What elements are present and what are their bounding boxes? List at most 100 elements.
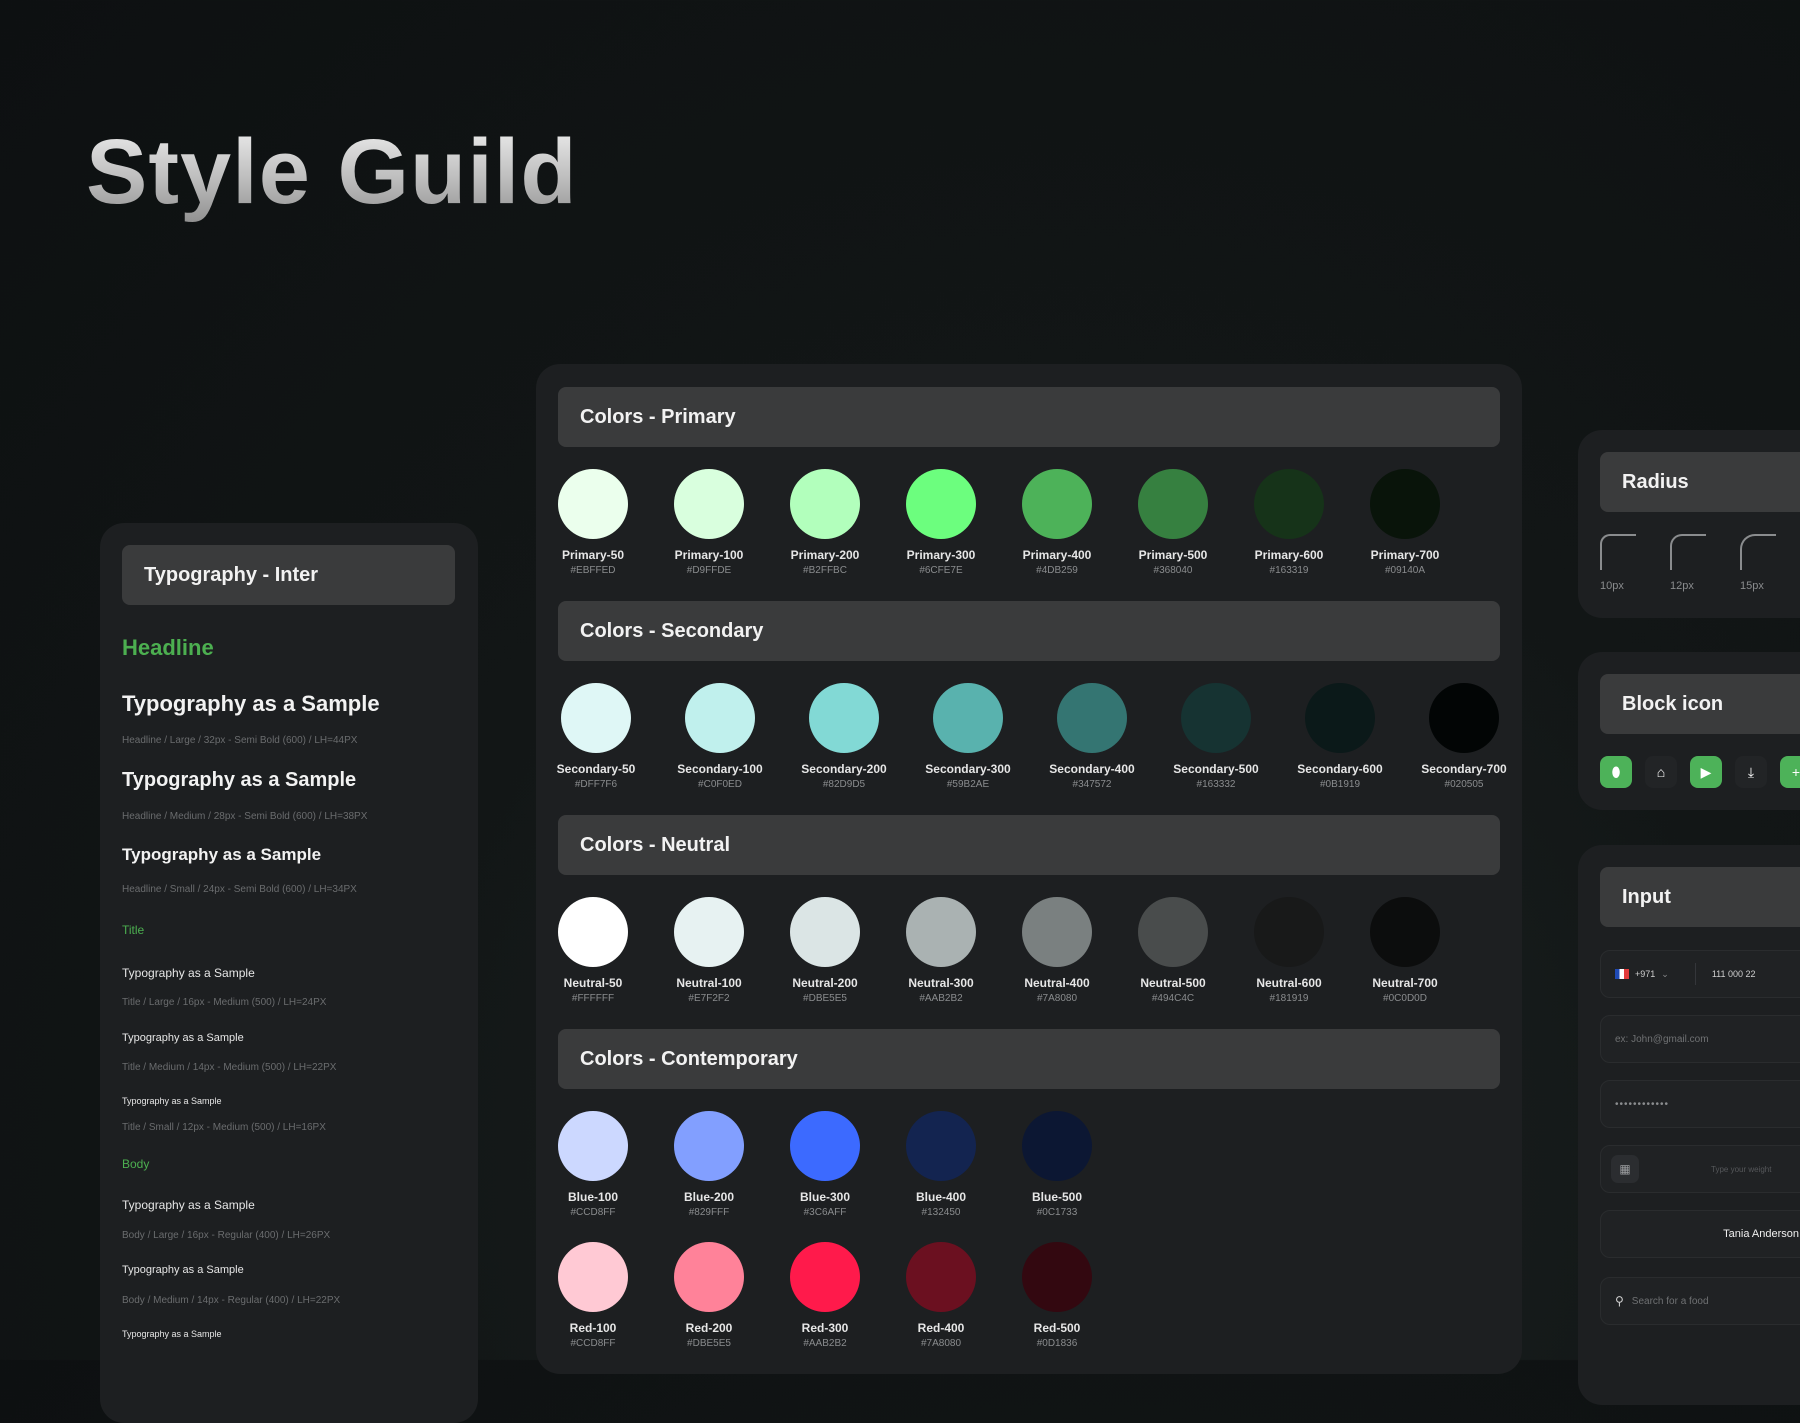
swatch-name: Neutral-400 [1024,976,1090,990]
swatch-name: Primary-100 [674,548,744,562]
swatch-circle [1022,897,1092,967]
color-swatch[interactable]: Neutral-700 #0C0D0D [1345,897,1465,1004]
color-swatch[interactable]: Red-400 #7A8080 [881,1242,1001,1349]
swatch-circle [674,1111,744,1181]
color-swatch[interactable]: Red-300 #AAB2B2 [765,1242,885,1349]
color-swatch[interactable]: Neutral-600 #181919 [1229,897,1349,1004]
swatch-name: Secondary-100 [677,762,763,776]
typography-panel: Typography - Inter Headline Typography a… [100,523,478,1423]
color-swatch[interactable]: Neutral-100 #E7F2F2 [649,897,769,1004]
swatch-circle [790,469,860,539]
swatch-hex: #09140A [1384,565,1426,576]
body-large-meta: Body / Large / 16px - Regular (400) / LH… [122,1230,331,1241]
weight-field[interactable]: ▦ Type your weight [1600,1145,1800,1193]
color-swatch[interactable]: Secondary-100 #C0F0ED [660,683,780,790]
color-swatch[interactable]: Secondary-400 #347572 [1032,683,1152,790]
color-swatch[interactable]: Primary-200 #B2FFBC [765,469,885,576]
search-field[interactable]: ⚲ Search for a food [1600,1277,1800,1325]
color-swatch[interactable]: Neutral-400 #7A8080 [997,897,1117,1004]
swatch-circle [558,469,628,539]
search-placeholder: Search for a food [1631,1295,1709,1307]
swatch-hex: #AAB2B2 [919,993,963,1004]
title-small-meta: Title / Small / 12px - Medium (500) / LH… [122,1122,326,1133]
weight-placeholder: Type your weight [1711,1164,1772,1174]
swatch-name: Neutral-50 [563,976,623,990]
radius-sample [1740,534,1776,570]
color-swatch[interactable]: Blue-100 #CCD8FF [536,1111,653,1218]
color-swatch[interactable]: Secondary-300 #59B2AE [908,683,1028,790]
input-panel: Input +971 ⌄ 111 000 22 ex: John@gmail.c… [1578,845,1800,1405]
swatch-name: Primary-50 [561,548,625,562]
title-medium-sample: Typography as a Sample [122,1032,244,1044]
color-swatch[interactable]: Neutral-200 #DBE5E5 [765,897,885,1004]
color-swatch[interactable]: Blue-300 #3C6AFF [765,1111,885,1218]
swatch-hex: #CCD8FF [570,1207,616,1218]
download-icon[interactable]: ⤓ [1735,756,1767,788]
color-swatch[interactable]: Primary-50 #EBFFED [536,469,653,576]
title-medium-meta: Title / Medium / 14px - Medium (500) / L… [122,1062,337,1073]
swatch-hex: #DBE5E5 [803,993,847,1004]
color-swatch[interactable]: Red-100 #CCD8FF [536,1242,653,1349]
color-swatch[interactable]: Secondary-700 #020505 [1404,683,1522,790]
swatch-hex: #020505 [1444,779,1484,790]
color-swatch[interactable]: Secondary-500 #163332 [1156,683,1276,790]
swatch-hex: #829FFF [688,1207,730,1218]
chevron-down-icon[interactable]: ⌄ [1661,969,1669,980]
password-field[interactable]: •••••••••••• [1600,1080,1800,1128]
color-swatch[interactable]: Red-200 #DBE5E5 [649,1242,769,1349]
color-swatch[interactable]: Primary-700 #09140A [1345,469,1465,576]
colors-secondary-header: Colors - Secondary [558,601,1500,661]
color-swatch[interactable]: Primary-400 #4DB259 [997,469,1117,576]
color-swatch[interactable]: Secondary-600 #0B1919 [1280,683,1400,790]
color-swatch[interactable]: Blue-500 #0C1733 [997,1111,1117,1218]
plus-icon[interactable]: + [1780,756,1800,788]
swatch-circle [685,683,755,753]
color-swatch[interactable]: Primary-500 #368040 [1113,469,1233,576]
home-icon[interactable]: ⌂ [1645,756,1677,788]
color-swatch[interactable]: Red-500 #0D1836 [997,1242,1117,1349]
color-swatch[interactable]: Primary-100 #D9FFDE [649,469,769,576]
swatch-name: Secondary-50 [556,762,636,776]
headline-medium-sample: Typography as a Sample [122,769,357,791]
swatch-circle [906,469,976,539]
swatch-circle [1370,897,1440,967]
color-swatch[interactable]: Blue-400 #132450 [881,1111,1001,1218]
phone-field[interactable]: +971 ⌄ 111 000 22 [1600,950,1800,998]
swatch-hex: #163319 [1269,565,1309,576]
swatch-circle [933,683,1003,753]
swatch-hex: #C0F0ED [698,779,742,790]
color-swatch[interactable]: Neutral-50 #FFFFFF [536,897,653,1004]
color-swatch[interactable]: Neutral-500 #494C4C [1113,897,1233,1004]
swatch-hex: #368040 [1153,565,1193,576]
page-title: Style Guild [86,121,578,223]
color-swatch[interactable]: Neutral-300 #AAB2B2 [881,897,1001,1004]
typography-header: Typography - Inter [122,545,455,605]
swatch-name: Secondary-700 [1421,762,1507,776]
swatch-hex: #0C1733 [1036,1207,1078,1218]
color-swatch[interactable]: Secondary-50 #DFF7F6 [536,683,656,790]
swatch-hex: #181919 [1269,993,1309,1004]
swatch-name: Red-200 [685,1321,733,1335]
color-swatch[interactable]: Primary-600 #163319 [1229,469,1349,576]
swatch-circle [1138,897,1208,967]
swatch-name: Neutral-300 [908,976,974,990]
color-swatch[interactable]: Primary-300 #6CFE7E [881,469,1001,576]
drop-icon[interactable]: ⬮ [1600,756,1632,788]
swatch-name: Red-300 [801,1321,849,1335]
swatch-hex: #EBFFED [570,565,616,576]
swatch-name: Neutral-200 [792,976,858,990]
play-icon[interactable]: ▶ [1690,756,1722,788]
swatch-name: Secondary-300 [925,762,1011,776]
email-field[interactable]: ex: John@gmail.com [1600,1015,1800,1063]
colors-primary-header: Colors - Primary [558,387,1500,447]
name-field[interactable]: Tania Anderson [1600,1210,1800,1258]
swatch-name: Primary-400 [1022,548,1092,562]
color-swatch[interactable]: Blue-200 #829FFF [649,1111,769,1218]
color-swatch[interactable]: Secondary-200 #82D9D5 [784,683,904,790]
swatch-name: Primary-300 [906,548,976,562]
swatch-hex: #D9FFDE [686,565,732,576]
body-small-sample: Typography as a Sample [122,1329,222,1339]
swatch-hex: #0C0D0D [1383,993,1427,1004]
swatch-circle [674,469,744,539]
radius-label: 12px [1670,580,1694,592]
